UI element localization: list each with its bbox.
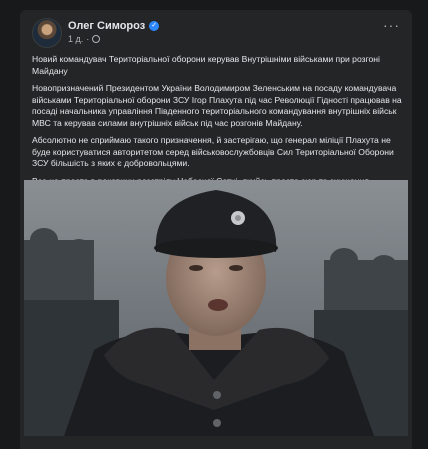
post-time[interactable]: 1 д. [68,34,83,44]
portrait-image [24,180,408,436]
author-name[interactable]: Олег Симороз [68,20,145,32]
globe-icon [92,35,101,43]
author-name-row: Олег Симороз ✓ [68,20,160,32]
post-headline: Новий командувач Територіальної оборони … [32,54,380,76]
post-paragraph: Абсолютно не сприймаю такого призначення… [32,135,394,168]
post-photo[interactable] [24,180,408,436]
verified-badge-icon: ✓ [149,21,160,31]
meta-separator: · [86,34,90,44]
post-card: Олег Симороз ✓ 1 д. · ··· Новий командув… [20,10,412,449]
post-paragraph: Новопризначений Президентом України Воло… [32,83,402,128]
author-avatar[interactable] [32,18,62,48]
post-text: Новий командувач Територіальної оборони … [32,54,402,193]
post-header: Олег Симороз ✓ 1 д. · ··· [32,18,400,48]
post-meta: 1 д. · [68,34,101,44]
more-options-icon[interactable]: ··· [383,18,400,32]
